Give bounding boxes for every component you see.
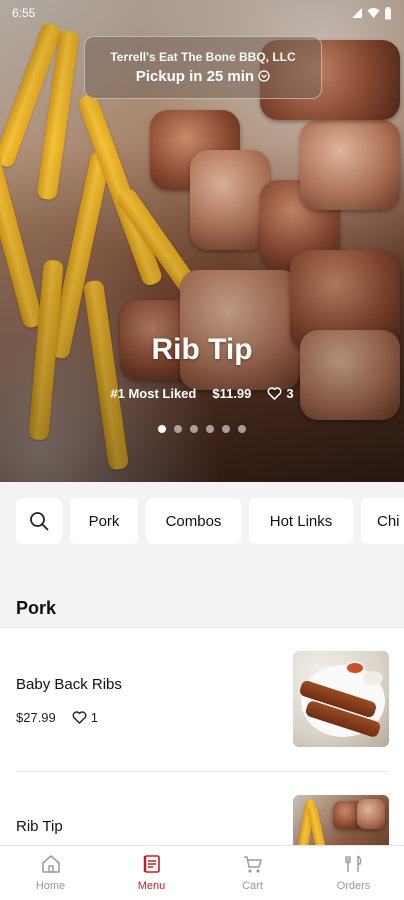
menu-item[interactable]: Baby Back Ribs $27.99 1	[0, 629, 404, 771]
item-likes[interactable]: 1	[72, 710, 98, 725]
carousel-dot[interactable]	[206, 425, 214, 433]
hero-banner[interactable]: 6:55 Terrell's Eat The Bone BBQ, LLC Pic…	[0, 0, 404, 482]
status-time: 6:55	[12, 6, 36, 20]
battery-icon	[385, 6, 391, 19]
search-icon	[30, 512, 49, 531]
menu-book-icon	[143, 855, 160, 873]
carousel-dot[interactable]	[158, 425, 166, 433]
featured-item-price: $11.99	[212, 386, 252, 401]
bottom-navigation: Home Menu Cart Orders	[0, 845, 404, 900]
item-price: $27.99	[16, 710, 56, 725]
nav-home-label: Home	[35, 880, 66, 892]
chevron-down-icon	[258, 70, 270, 82]
wifi-icon	[367, 8, 380, 18]
nav-home[interactable]: Home	[0, 846, 101, 900]
featured-item-meta: #1 Most Liked $11.99 3	[0, 386, 404, 401]
category-chip-pork[interactable]: Pork	[70, 498, 138, 544]
item-image	[293, 795, 389, 845]
signal-icon	[352, 8, 362, 18]
orders-icon	[344, 855, 361, 872]
carousel-dot[interactable]	[190, 425, 198, 433]
category-chip-combos[interactable]: Combos	[146, 498, 241, 544]
carousel-dot[interactable]	[174, 425, 182, 433]
category-chip-hot-links[interactable]: Hot Links	[249, 498, 353, 544]
nav-menu[interactable]: Menu	[101, 846, 202, 900]
most-liked-badge: #1 Most Liked	[110, 386, 197, 401]
item-image	[293, 651, 389, 747]
nav-cart-label: Cart	[242, 880, 263, 892]
item-name: Baby Back Ribs	[16, 676, 122, 693]
pickup-info-card[interactable]: Terrell's Eat The Bone BBQ, LLC Pickup i…	[84, 36, 322, 99]
home-icon	[41, 855, 60, 873]
item-name: Rib Tip	[16, 818, 63, 835]
item-meta: $27.99 1	[16, 710, 98, 725]
status-bar: 6:55	[0, 0, 404, 26]
category-bar[interactable]: Pork Combos Hot Links Chi	[0, 482, 404, 560]
nav-menu-label: Menu	[137, 880, 166, 892]
carousel-dot[interactable]	[238, 425, 246, 433]
like-count: 3	[286, 386, 294, 401]
status-icons	[351, 6, 392, 20]
heart-icon	[267, 387, 282, 400]
cart-icon	[243, 856, 262, 873]
menu-item[interactable]: Rib Tip	[0, 772, 404, 845]
restaurant-name: Terrell's Eat The Bone BBQ, LLC	[110, 50, 296, 64]
section-title: Pork	[16, 598, 57, 618]
carousel-dot[interactable]	[222, 425, 230, 433]
category-chip-chi[interactable]: Chi	[361, 498, 404, 544]
search-button[interactable]	[16, 498, 62, 544]
nav-cart[interactable]: Cart	[202, 846, 303, 900]
nav-orders[interactable]: Orders	[303, 846, 404, 900]
featured-item-title: Rib Tip	[151, 333, 253, 366]
heart-icon	[72, 711, 87, 724]
featured-item-likes[interactable]: 3	[267, 386, 294, 401]
nav-orders-label: Orders	[336, 880, 371, 892]
carousel-indicator[interactable]	[0, 425, 404, 433]
like-count: 1	[90, 710, 98, 725]
pickup-time: Pickup in 25 min	[136, 68, 271, 85]
section-header: Pork	[0, 560, 404, 628]
